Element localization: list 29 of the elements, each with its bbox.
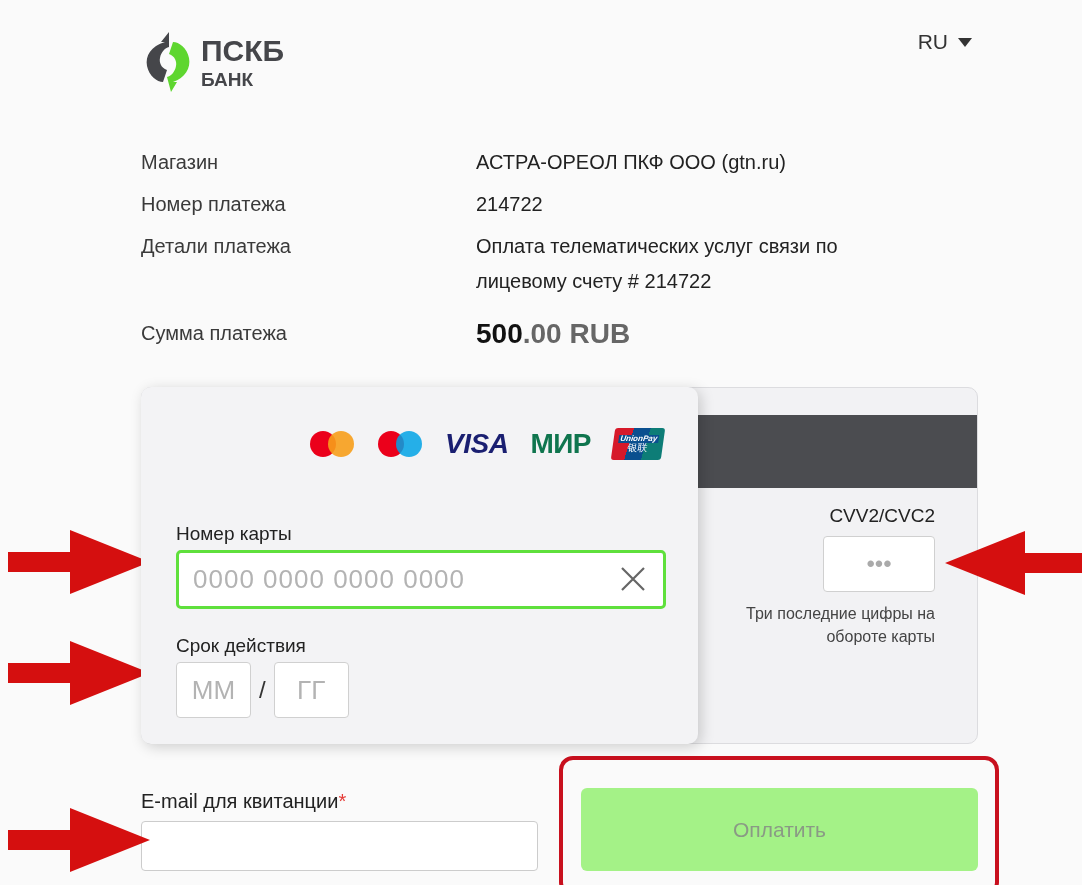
year-field[interactable]: ГГ (273, 662, 349, 718)
logo-subtitle: БАНК (201, 69, 254, 89)
amount-label: Сумма платежа (141, 321, 288, 346)
detail-label: Детали платежа (141, 234, 292, 259)
month-field[interactable]: ММ (176, 662, 251, 718)
maestro-logo (377, 430, 423, 458)
unionpay-logo: UnionPay 银联 (610, 428, 666, 460)
email-field[interactable] (141, 821, 538, 871)
cvv-label: CVV2/CVC2 (829, 505, 935, 527)
email-label: E-mail для квитанции* (141, 790, 348, 813)
detail-label: Номер платежа (141, 192, 287, 217)
amount-value: 500.00 RUB (476, 317, 632, 351)
mastercard-logo (309, 430, 355, 458)
caret-icon (958, 37, 972, 47)
detail-value: Оплата телематических услуг связи по лицевому счету # 214722 (476, 234, 839, 294)
detail-label: Магазин (141, 150, 220, 175)
mir-logo: МИР (530, 428, 591, 460)
detail-value: 214722 (476, 192, 544, 217)
cvv-field[interactable]: ••• (823, 536, 935, 592)
expiry-label: Срок действия (176, 635, 307, 657)
visa-logo: VISA (445, 428, 509, 460)
logo-name: ПСКБ (201, 35, 285, 66)
cvv-hint: Три последние цифры на обороте карты (745, 604, 935, 647)
card-number-label: Номер карты (176, 523, 293, 545)
detail-value: АСТРА-ОРЕОЛ ПКФ ООО (gtn.ru) (476, 150, 787, 175)
close-icon[interactable] (620, 566, 646, 592)
card-number-field[interactable]: 0000 0000 0000 0000 (176, 550, 666, 609)
date-separator: / (259, 676, 266, 704)
language-selector[interactable]: RU (917, 30, 972, 54)
